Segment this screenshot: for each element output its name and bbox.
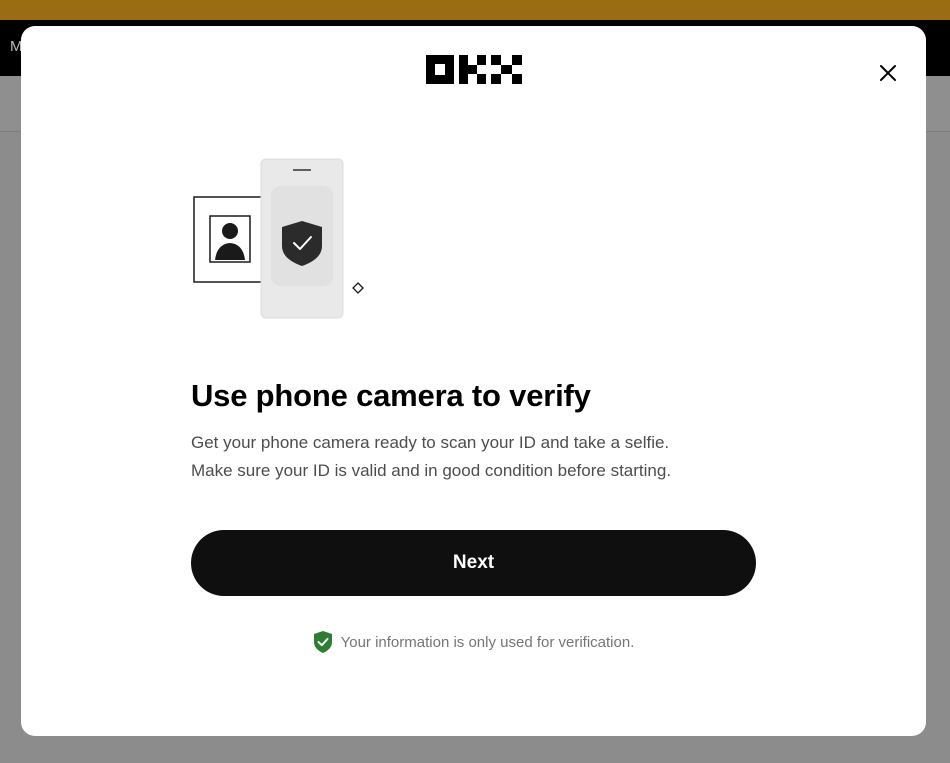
modal-description: Get your phone camera ready to scan your… bbox=[191, 429, 811, 485]
verification-modal: Use phone camera to verify Get your phon… bbox=[21, 26, 926, 736]
phone-camera-verification-illustration bbox=[193, 158, 364, 319]
privacy-text: Your information is only used for verifi… bbox=[340, 633, 635, 651]
close-icon bbox=[880, 65, 896, 81]
description-line-1: Get your phone camera ready to scan your… bbox=[191, 433, 670, 452]
close-button[interactable] bbox=[873, 58, 903, 88]
shield-check-icon bbox=[313, 631, 332, 653]
modal-title: Use phone camera to verify bbox=[191, 378, 591, 413]
description-line-2: Make sure your ID is valid and in good c… bbox=[191, 461, 672, 480]
next-button[interactable]: Next bbox=[191, 530, 756, 596]
sparkle-icon bbox=[352, 282, 364, 294]
top-banner bbox=[0, 0, 950, 20]
privacy-note: Your information is only used for verifi… bbox=[21, 630, 926, 654]
okx-logo bbox=[426, 55, 522, 84]
